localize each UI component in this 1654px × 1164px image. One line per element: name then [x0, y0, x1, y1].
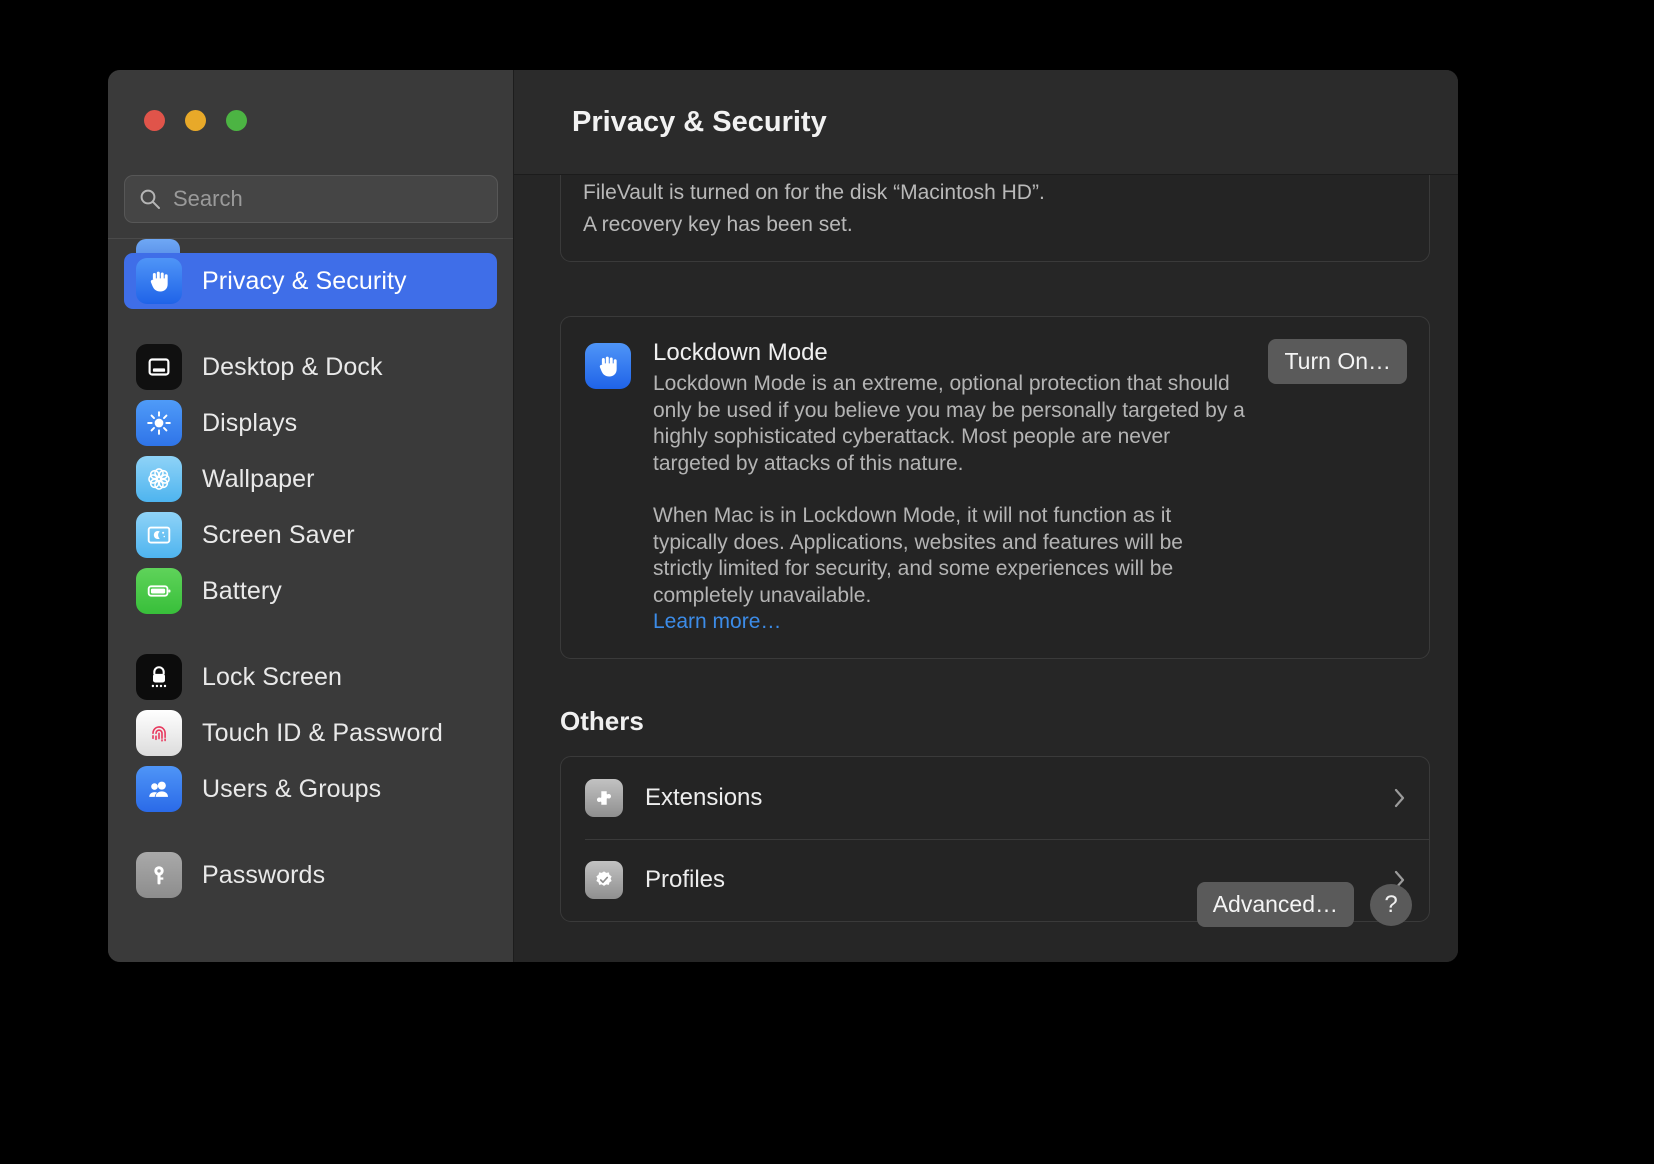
- search-field[interactable]: [124, 175, 498, 223]
- sidebar-item-label: Screen Saver: [202, 521, 355, 550]
- flower-icon: [136, 456, 182, 502]
- sidebar-group-gap: [124, 309, 497, 339]
- row-label: Extensions: [645, 784, 762, 812]
- sidebar-item-screen-saver[interactable]: Screen Saver: [124, 507, 497, 563]
- system-settings-window: Privacy & Security Desktop & Dock: [108, 70, 1458, 962]
- sidebar-item-displays[interactable]: Displays: [124, 395, 497, 451]
- lockdown-mode-body: Lockdown Mode Lockdown Mode is an extrem…: [653, 339, 1246, 636]
- clipped-icon: [136, 239, 180, 253]
- sidebar-item-battery[interactable]: Battery: [124, 563, 497, 619]
- people-icon: [136, 766, 182, 812]
- sidebar-group-gap: [124, 619, 497, 649]
- hand-raised-icon: [585, 343, 631, 389]
- key-icon: [136, 852, 182, 898]
- search-input[interactable]: [173, 186, 483, 212]
- row-label: Profiles: [645, 866, 725, 894]
- desktop-dock-icon: [136, 344, 182, 390]
- sidebar: Privacy & Security Desktop & Dock: [108, 70, 514, 962]
- minimize-button[interactable]: [185, 110, 206, 131]
- battery-icon: [136, 568, 182, 614]
- moon-stars-icon: [136, 512, 182, 558]
- sidebar-item-users-groups[interactable]: Users & Groups: [124, 761, 497, 817]
- page-title: Privacy & Security: [572, 106, 827, 139]
- settings-content: FileVault is turned on for the disk “Mac…: [514, 70, 1458, 962]
- hand-raised-icon: [136, 258, 182, 304]
- sidebar-item-label: Wallpaper: [202, 465, 315, 494]
- others-section-heading: Others: [560, 706, 644, 737]
- footer-actions: Advanced… ?: [1197, 882, 1412, 927]
- lockdown-mode-title: Lockdown Mode: [653, 339, 1246, 367]
- profile-badge-icon: [585, 861, 623, 899]
- padlock-icon: [136, 654, 182, 700]
- sidebar-item-label: Desktop & Dock: [202, 353, 383, 382]
- learn-more-link[interactable]: Learn more…: [653, 609, 781, 636]
- sidebar-item-wallpaper[interactable]: Wallpaper: [124, 451, 497, 507]
- turn-on-button[interactable]: Turn On…: [1268, 339, 1407, 384]
- filevault-status-line-1: FileVault is turned on for the disk “Mac…: [583, 177, 1407, 209]
- main-titlebar: Privacy & Security: [514, 70, 1458, 175]
- help-button[interactable]: ?: [1370, 884, 1412, 926]
- lockdown-mode-paragraph-1: Lockdown Mode is an extreme, optional pr…: [653, 371, 1246, 477]
- chevron-right-icon: [1393, 786, 1407, 810]
- sidebar-item-desktop-dock[interactable]: Desktop & Dock: [124, 339, 497, 395]
- sidebar-item-clipped[interactable]: [124, 239, 497, 253]
- main-panel: FileVault is turned on for the disk “Mac…: [514, 70, 1458, 962]
- sidebar-group-gap: [124, 817, 497, 847]
- lockdown-mode-card: Lockdown Mode Lockdown Mode is an extrem…: [560, 316, 1430, 659]
- lockdown-mode-paragraph-2: When Mac is in Lockdown Mode, it will no…: [653, 503, 1246, 609]
- turn-on-button-wrap: Turn On…: [1268, 339, 1407, 636]
- row-extensions[interactable]: Extensions: [561, 757, 1429, 839]
- sidebar-item-label: Passwords: [202, 861, 325, 890]
- fingerprint-icon: [136, 710, 182, 756]
- zoom-button[interactable]: [226, 110, 247, 131]
- brightness-icon: [136, 400, 182, 446]
- search-icon: [139, 188, 161, 210]
- sidebar-item-passwords[interactable]: Passwords: [124, 847, 497, 903]
- sidebar-item-label: Users & Groups: [202, 775, 381, 804]
- puzzle-piece-icon: [585, 779, 623, 817]
- close-button[interactable]: [144, 110, 165, 131]
- advanced-button[interactable]: Advanced…: [1197, 882, 1354, 927]
- sidebar-item-privacy-security[interactable]: Privacy & Security: [124, 253, 497, 309]
- sidebar-item-touch-id-password[interactable]: Touch ID & Password: [124, 705, 497, 761]
- sidebar-item-label: Displays: [202, 409, 297, 438]
- sidebar-list: Privacy & Security Desktop & Dock: [108, 239, 513, 962]
- sidebar-item-lock-screen[interactable]: Lock Screen: [124, 649, 497, 705]
- filevault-status-line-2: A recovery key has been set.: [583, 209, 1407, 241]
- sidebar-item-label: Touch ID & Password: [202, 719, 443, 748]
- sidebar-item-label: Privacy & Security: [202, 267, 407, 296]
- sidebar-item-label: Lock Screen: [202, 663, 342, 692]
- sidebar-item-label: Battery: [202, 577, 282, 606]
- window-traffic-lights: [144, 110, 247, 131]
